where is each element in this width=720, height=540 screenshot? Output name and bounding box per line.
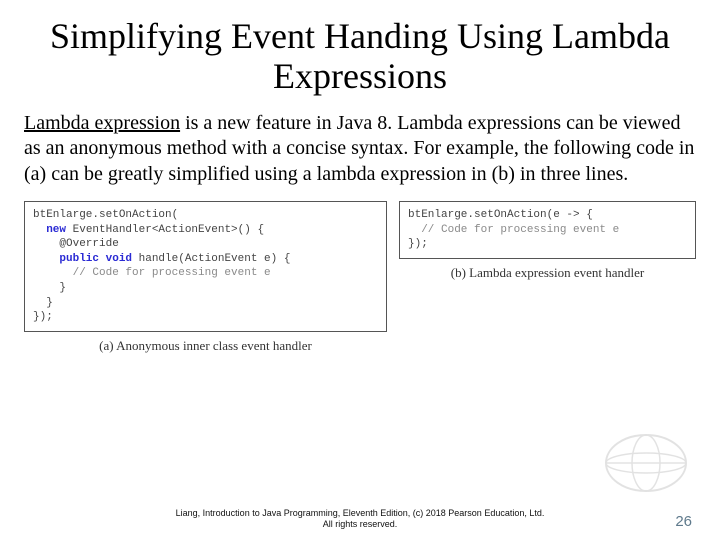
footer-text: Liang, Introduction to Java Programming,… <box>176 508 545 531</box>
body-paragraph: Lambda expression is a new feature in Ja… <box>24 111 696 188</box>
code-b-line1: btEnlarge.setOnAction(e -> { <box>408 209 593 221</box>
footer-line2: All rights reserved. <box>323 519 398 529</box>
code-a-comment: // Code for processing event e <box>73 267 271 279</box>
code-a-line8: }); <box>33 311 53 323</box>
code-column-b: btEnlarge.setOnAction(e -> { // Code for… <box>399 201 696 281</box>
footer-line1: Liang, Introduction to Java Programming,… <box>176 508 545 518</box>
code-row: btEnlarge.setOnAction( new EventHandler<… <box>24 201 696 353</box>
code-a-line7: } <box>46 297 53 309</box>
code-box-a: btEnlarge.setOnAction( new EventHandler<… <box>24 201 387 331</box>
footer: Liang, Introduction to Java Programming,… <box>0 508 720 531</box>
code-a-line4-rest: handle(ActionEvent e) { <box>132 253 290 265</box>
slide: Simplifying Event Handing Using Lambda E… <box>0 0 720 540</box>
caption-a: (a) Anonymous inner class event handler <box>24 338 387 354</box>
code-a-kw-new: new <box>46 224 66 236</box>
code-a-line2-rest: EventHandler<ActionEvent>() { <box>66 224 264 236</box>
code-a-line6: } <box>59 282 66 294</box>
slide-title: Simplifying Event Handing Using Lambda E… <box>24 16 696 97</box>
globe-icon <box>586 428 706 498</box>
code-b-line3: }); <box>408 238 428 250</box>
watermark-logo <box>586 428 706 498</box>
caption-b: (b) Lambda expression event handler <box>399 265 696 281</box>
page-number: 26 <box>675 513 692 530</box>
code-column-a: btEnlarge.setOnAction( new EventHandler<… <box>24 201 387 353</box>
code-a-line3: @Override <box>59 238 118 250</box>
code-a-kw-publicvoid: public void <box>59 253 132 265</box>
code-b-comment: // Code for processing event e <box>421 224 619 236</box>
body-lead: Lambda expression <box>24 112 180 134</box>
code-box-b: btEnlarge.setOnAction(e -> { // Code for… <box>399 201 696 259</box>
code-a-line1: btEnlarge.setOnAction( <box>33 209 178 221</box>
